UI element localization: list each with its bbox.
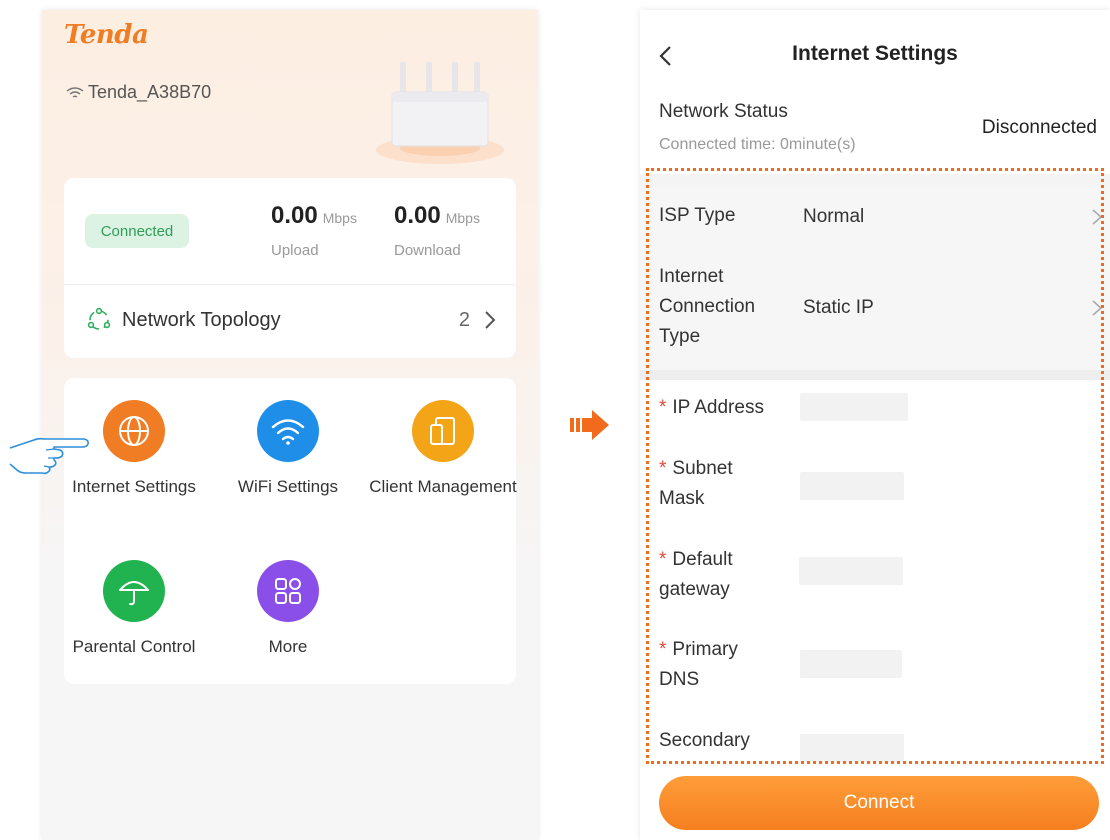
- required-mark: *: [659, 397, 667, 418]
- ip-address-input[interactable]: [800, 393, 908, 421]
- app-label: Parental Control: [72, 637, 196, 656]
- wifi-icon: [257, 400, 319, 462]
- tenda-logo: Tenda: [64, 20, 149, 50]
- section-separator: [640, 370, 1110, 380]
- required-mark: *: [659, 458, 667, 479]
- ssid-row: Tenda_A38B70: [66, 82, 211, 103]
- network-status-label: Network Status: [659, 101, 788, 122]
- section-separator: [640, 174, 1110, 186]
- internet-settings-screen: Internet Settings Network Status Connect…: [640, 10, 1110, 840]
- download-rate: 0.00 Mbps: [394, 202, 480, 230]
- label-line: Default: [672, 549, 733, 570]
- connection-type-label: Internet Connection Type: [659, 262, 755, 352]
- app-label: WiFi Settings: [237, 477, 339, 496]
- download-unit: Mbps: [445, 210, 480, 226]
- app-wifi-settings[interactable]: WiFi Settings: [213, 400, 363, 500]
- chevron-right-icon: [1092, 300, 1103, 316]
- ssid-name: Tenda_A38B70: [88, 82, 212, 102]
- subnet-mask-input[interactable]: [800, 472, 904, 500]
- features-grid: Internet Settings WiFi Settings Client M…: [64, 378, 518, 684]
- card-divider: [64, 284, 516, 285]
- ip-address-label: * IP Address: [659, 393, 764, 423]
- isp-type-value: Normal: [803, 206, 865, 227]
- subnet-mask-label: * Subnet Mask: [659, 454, 733, 514]
- required-mark: *: [659, 549, 667, 570]
- app-label: More: [268, 637, 308, 656]
- connection-status-card: Connected 0.00 Mbps Upload 0.00 Mbps Dow…: [64, 178, 516, 358]
- label-line: Primary: [672, 639, 738, 660]
- app-label: Internet Settings: [72, 477, 196, 496]
- topology-count: 2: [458, 308, 470, 331]
- topology-label: Network Topology: [122, 308, 281, 331]
- chevron-right-icon: [485, 311, 496, 329]
- chevron-right-icon: [1092, 209, 1103, 225]
- screenshot-canvas: Tenda Tenda_A38B70 Connected 0.00 Mbps U…: [0, 0, 1110, 840]
- label-line: DNS: [659, 669, 700, 690]
- label-line: Internet: [659, 266, 724, 287]
- home-screen: Tenda Tenda_A38B70 Connected 0.00 Mbps U…: [42, 10, 538, 840]
- field-label: IP Address: [672, 397, 764, 418]
- default-gateway-input[interactable]: [799, 557, 903, 585]
- router-illustration: [376, 62, 504, 164]
- pointing-hand-icon: [9, 437, 89, 475]
- network-topology-row[interactable]: Network Topology 2: [86, 300, 496, 340]
- connect-button[interactable]: Connect: [659, 776, 1099, 830]
- required-mark: *: [659, 639, 667, 660]
- secondary-dns-label: Secondary: [659, 730, 750, 751]
- arrow-right-icon: [570, 410, 609, 440]
- download-value: 0.00: [394, 202, 441, 229]
- label-line: Type: [659, 326, 701, 347]
- app-client-management[interactable]: Client Management: [368, 400, 518, 500]
- upload-label: Upload: [271, 242, 319, 259]
- page-title: Internet Settings: [792, 42, 958, 65]
- upload-value: 0.00: [271, 202, 318, 229]
- app-more[interactable]: More: [213, 560, 363, 660]
- download-label: Download: [394, 242, 461, 259]
- label-line: Connection: [659, 296, 756, 317]
- connected-badge: Connected: [85, 214, 189, 248]
- umbrella-icon: [103, 560, 165, 622]
- connection-type-value: Static IP: [803, 297, 874, 318]
- label-line: Subnet: [672, 458, 733, 479]
- label-line: gateway: [659, 579, 730, 600]
- wifi-small-icon: [66, 86, 84, 98]
- globe-icon: [103, 400, 165, 462]
- primary-dns-label: * Primary DNS: [659, 635, 738, 695]
- topology-icon: [87, 307, 111, 330]
- app-parental-control[interactable]: Parental Control: [59, 560, 209, 660]
- default-gateway-label: * Default gateway: [659, 545, 733, 605]
- upload-rate: 0.00 Mbps: [271, 202, 357, 230]
- devices-icon: [412, 400, 474, 462]
- grid-icon: [257, 560, 319, 622]
- label-line: Mask: [659, 488, 705, 509]
- secondary-dns-input[interactable]: [800, 734, 904, 762]
- app-label: Client Management: [369, 477, 517, 496]
- isp-type-label: ISP Type: [659, 205, 736, 226]
- connected-time: Connected time: 0minute(s): [659, 136, 856, 153]
- upload-unit: Mbps: [322, 210, 357, 226]
- primary-dns-input[interactable]: [800, 650, 902, 678]
- network-status-value: Disconnected: [981, 117, 1097, 138]
